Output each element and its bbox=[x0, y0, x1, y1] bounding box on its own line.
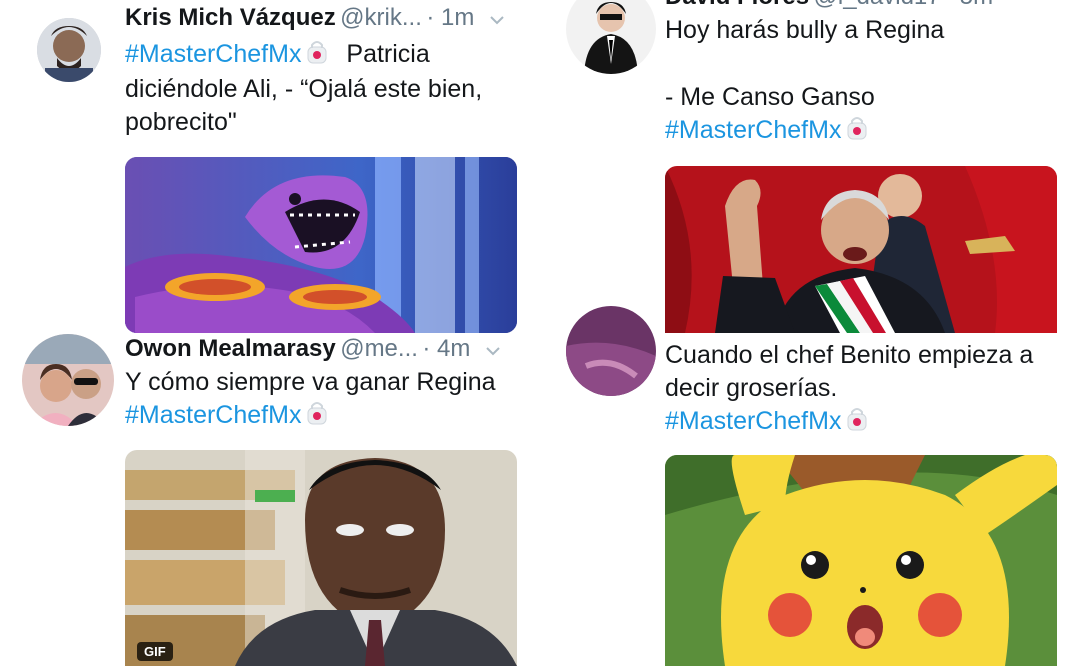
tweet-media-image[interactable] bbox=[665, 455, 1057, 666]
tweet-text-line: - Me Canso Ganso bbox=[665, 83, 875, 111]
hashtag-emoji-lock-icon bbox=[305, 399, 329, 434]
tweet-text: Hoy harás bully a Regina - Me Canso Gans… bbox=[665, 14, 1065, 149]
avatar[interactable] bbox=[22, 334, 114, 426]
author-name[interactable]: Kris Mich Vázquez bbox=[125, 4, 336, 31]
hashtag-link[interactable]: #MasterChefMx bbox=[125, 401, 301, 429]
hashtag-emoji-lock-icon bbox=[845, 405, 869, 440]
author-handle[interactable]: @krik... bbox=[340, 4, 422, 31]
hashtag-emoji-lock-icon bbox=[845, 114, 869, 149]
hashtag-link[interactable]: #MasterChefMx bbox=[125, 40, 301, 68]
timestamp[interactable]: · 1m bbox=[426, 4, 474, 31]
timestamp[interactable]: · 4m bbox=[422, 335, 470, 362]
gif-badge: GIF bbox=[137, 642, 173, 661]
author-handle[interactable]: @i_david17 bbox=[814, 0, 941, 10]
tweet-media-image[interactable] bbox=[125, 157, 517, 333]
chevron-down-icon[interactable] bbox=[489, 12, 505, 30]
tweet-media-image[interactable] bbox=[665, 166, 1057, 333]
chevron-down-icon[interactable] bbox=[485, 343, 501, 361]
tweet-text-line: Cuando el chef Benito empieza a bbox=[665, 341, 1034, 369]
tweet-media-gif[interactable]: GIF bbox=[125, 450, 517, 666]
tweet-text-line: diciéndole Ali, - “Ojalá este bien, bbox=[125, 75, 483, 103]
tweet-header: David Flores @i_david17 · 5m bbox=[665, 0, 993, 11]
tweet-text-line: decir groserías. bbox=[665, 374, 838, 402]
tweet-text-line: Patricia bbox=[346, 40, 430, 69]
tweet-text-line: Hoy harás bully a Regina bbox=[665, 16, 945, 44]
avatar[interactable] bbox=[566, 0, 656, 74]
tweet-text: Y cómo siempre va ganar Regina #MasterCh… bbox=[125, 366, 525, 434]
avatar[interactable] bbox=[566, 306, 656, 396]
tweet-text-line: pobrecito" bbox=[125, 108, 237, 136]
tweet-text: #MasterChefMx Patricia diciéndole Ali, -… bbox=[125, 38, 515, 139]
tweet-header: Kris Mich Vázquez @krik... · 1m bbox=[125, 4, 505, 32]
hashtag-emoji-lock-icon bbox=[305, 38, 329, 73]
hashtag-link[interactable]: #MasterChefMx bbox=[665, 116, 841, 144]
author-name[interactable]: Owon Mealmarasy bbox=[125, 335, 336, 362]
author-handle[interactable]: @me... bbox=[340, 335, 418, 362]
author-name[interactable]: David Flores bbox=[665, 0, 809, 10]
tweet-text: Cuando el chef Benito empieza a decir gr… bbox=[665, 339, 1065, 440]
avatar[interactable] bbox=[37, 18, 101, 82]
hashtag-link[interactable]: #MasterChefMx bbox=[665, 407, 841, 435]
tweet-text-line: Y cómo siempre va ganar Regina bbox=[125, 368, 496, 396]
timestamp[interactable]: · 5m bbox=[945, 0, 993, 10]
tweet-header: Owon Mealmarasy @me... · 4m bbox=[125, 335, 501, 363]
